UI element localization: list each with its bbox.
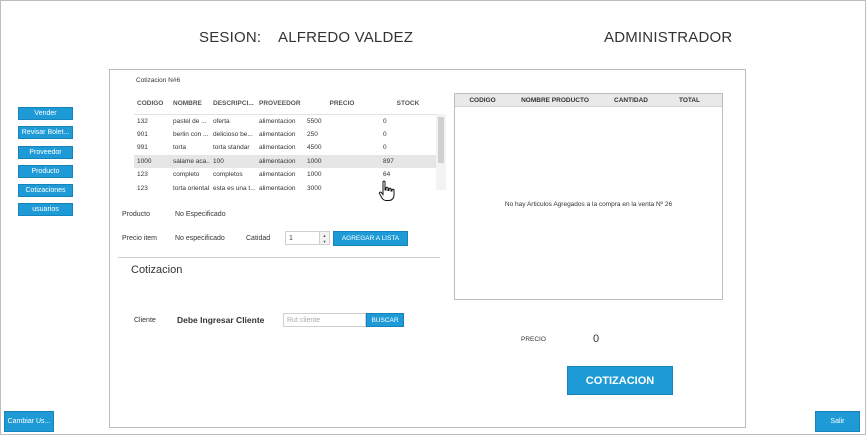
cart-col-codigo[interactable]: CODIGO [455,97,510,104]
section-title: Cotizacion [131,264,183,276]
client-label: Cliente [134,317,156,324]
cell-proveedor: alimentacion [256,154,304,168]
cart-col-total[interactable]: TOTAL [662,97,717,104]
rut-input[interactable]: Rut cliente [283,313,366,327]
table-row[interactable]: 901 berlin con ... delicioso be... alime… [134,128,436,142]
cell-descripcion: torta standar [213,144,250,152]
cell-codigo: 991 [137,144,148,152]
cell-nombre: torta oriental [173,184,210,190]
sidebar-item-revisar-boletas[interactable]: Revisar Bolet... [18,126,73,139]
cell-nombre: torta [173,144,187,152]
cart-table-header: CODIGO NOMBRE PRODUCTO CANTIDAD TOTAL [455,94,722,107]
col-proveedor[interactable]: PROVEEDOR [256,94,304,115]
cell-codigo: 132 [137,117,148,125]
exit-button[interactable]: Salir [815,411,860,432]
cell-descripcion: esta es una t... [213,184,256,190]
section-divider [118,257,440,258]
cell-stock: 0 [383,144,387,152]
client-value: Debe Ingresar Cliente [177,315,265,325]
cell-precio: 4500 [307,144,322,152]
table-row[interactable]: 991 torta torta standar alimentacion 450… [134,141,436,155]
cell-precio: 1000 [304,154,380,168]
cell-stock: 897 [380,154,436,168]
col-precio[interactable]: PRECIO [304,94,380,115]
col-stock[interactable]: STOCK [380,94,436,115]
product-label: Producto [122,211,151,218]
user-role: ADMINISTRADOR [604,29,733,46]
cart-empty-message: No hay Articulos Agregados a la compra e… [504,201,673,208]
cell-precio: 3000 [307,184,322,190]
price-item-value: No especificado [175,235,225,242]
cell-stock: 0 [383,130,387,138]
session-label: SESION: [199,29,262,46]
sidebar-item-usuarios[interactable]: usuarios [18,203,73,216]
col-codigo[interactable]: CODIGO [134,94,170,115]
cell-proveedor: alimentacion [259,130,296,138]
cell-codigo: 1000 [134,154,170,168]
sidebar-item-cotizaciones[interactable]: Cotizaciones [18,184,73,197]
cell-descripcion: delicioso be... [213,130,253,138]
cell-descripcion: completos [213,171,243,179]
col-descripcion[interactable]: DESCRIPCI... [210,94,256,115]
products-table-scrollbar[interactable] [436,114,446,190]
price-value: 0 [593,333,600,345]
cell-codigo: 123 [137,184,148,190]
cell-nombre: salame aca... [170,154,210,168]
cart-table[interactable]: CODIGO NOMBRE PRODUCTO CANTIDAD TOTAL No… [454,93,723,300]
cell-descripcion: 100 [210,154,256,168]
price-label: PRECIO [521,336,546,343]
sidebar-item-proveedor[interactable]: Proveedor [18,146,73,159]
products-table-header: CODIGO NOMBRE DESCRIPCI... PROVEEDOR PRE… [134,94,436,115]
cell-precio: 5500 [307,117,322,125]
cell-proveedor: alimentacion [259,184,296,190]
cell-precio: 1000 [307,171,322,179]
search-client-button[interactable]: BUSCAR [366,313,404,327]
quantity-label: Catidad [246,235,271,242]
scrollbar-thumb[interactable] [438,117,444,163]
cell-descripcion: oferta [213,117,230,125]
cell-nombre: completo [173,171,200,179]
hand-cursor-icon [378,180,396,202]
add-to-list-button[interactable]: AGREGAR A LISTA [333,231,408,246]
cell-nombre: pastel de ... [173,117,207,125]
products-table[interactable]: CODIGO NOMBRE DESCRIPCI... PROVEEDOR PRE… [134,94,436,190]
sidebar-item-producto[interactable]: Producto [18,165,73,178]
cell-precio: 250 [307,130,318,138]
cell-proveedor: alimentacion [259,144,296,152]
quantity-value: 1 [289,234,293,242]
quote-number: Cotizacion N#6 [136,77,181,84]
col-nombre[interactable]: NOMBRE [170,94,210,115]
cart-col-cantidad[interactable]: CANTIDAD [600,97,662,104]
quote-button[interactable]: COTIZACION [567,366,673,395]
change-user-button[interactable]: Cambiar Us... [4,411,54,432]
cell-proveedor: alimentacion [259,171,296,179]
cart-col-nombre-producto[interactable]: NOMBRE PRODUCTO [510,97,600,104]
product-value: No Especificado [175,211,226,218]
sidebar-item-vender[interactable]: Vender [18,107,73,120]
cell-nombre: berlin con ... [173,130,209,138]
cell-proveedor: alimentacion [259,117,296,125]
stepper-down-icon[interactable]: ▼ [320,238,329,244]
cell-stock: 0 [383,117,387,125]
price-item-label: Precio item [122,235,158,242]
stepper-buttons[interactable]: ▲ ▼ [319,232,329,244]
table-row-selected[interactable]: 1000 salame aca... 100 alimentacion 1000… [134,154,436,168]
cell-codigo: 901 [137,130,148,138]
rut-placeholder: Rut cliente [287,316,321,324]
cell-codigo: 123 [137,171,148,179]
quantity-stepper[interactable]: 1 ▲ ▼ [285,231,330,245]
session-user-name: ALFREDO VALDEZ [278,29,414,46]
table-row[interactable]: 132 pastel de ... oferta alimentacion 55… [134,114,436,128]
